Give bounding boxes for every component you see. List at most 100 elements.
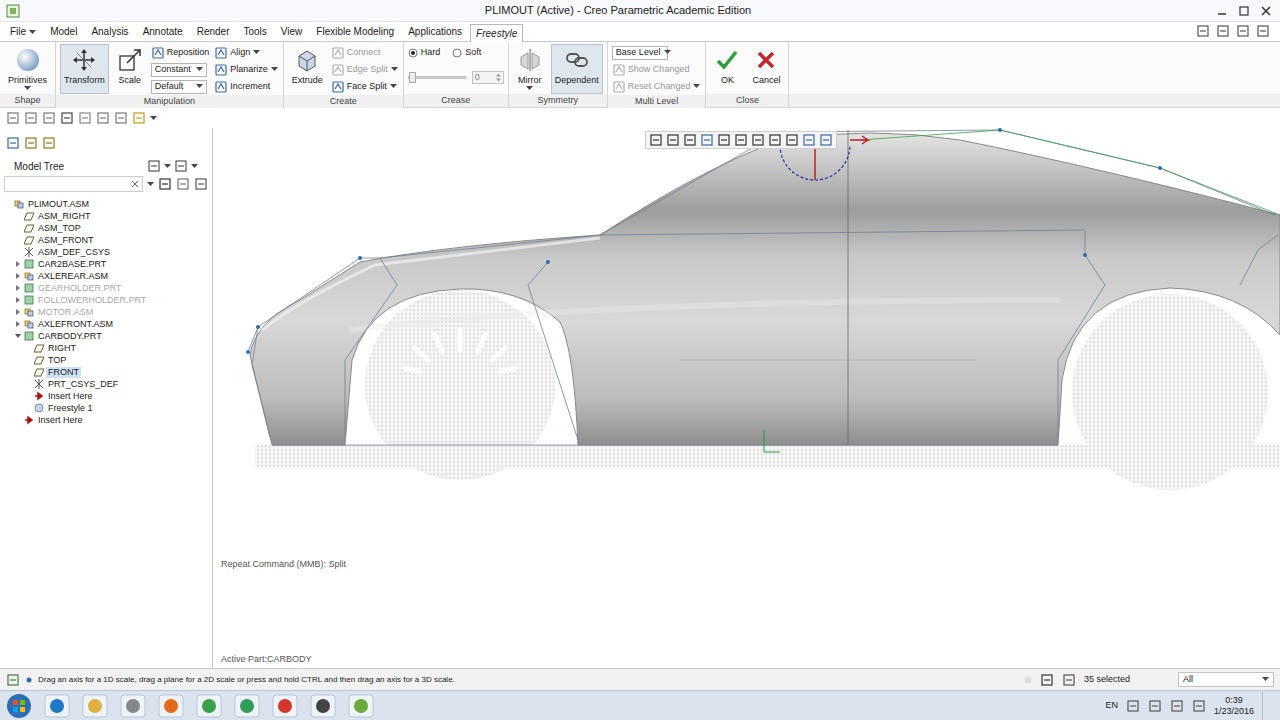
crease-value-field[interactable]: 0: [472, 71, 504, 84]
car-body-model[interactable]: [213, 128, 1280, 668]
tree-item[interactable]: ASM_FRONT: [0, 234, 212, 246]
selection-icon[interactable]: [1062, 673, 1076, 687]
ribbon-small-button[interactable]: Connect: [331, 44, 399, 61]
open-icon[interactable]: [24, 111, 38, 125]
ribbon-small-button[interactable]: Planarize: [214, 61, 279, 78]
clock[interactable]: 0:391/23/2016: [1214, 695, 1254, 717]
tree-item[interactable]: RIGHT: [0, 342, 212, 354]
volume-icon[interactable]: [1192, 699, 1206, 713]
view-manager-icon[interactable]: [751, 133, 765, 147]
taskbar-app-icon[interactable]: [272, 694, 298, 718]
taskbar-app-icon[interactable]: [196, 694, 222, 718]
undo-icon[interactable]: [60, 111, 74, 125]
tree-settings-icon[interactable]: [147, 159, 161, 173]
tray-expand-icon[interactable]: [1126, 699, 1140, 713]
tree-item[interactable]: GEARHOLDER.PRT: [0, 282, 212, 294]
ribbon-large-button[interactable]: Scale: [113, 44, 147, 94]
menu-tab[interactable]: Freestyle: [470, 24, 523, 42]
taskbar-app-icon[interactable]: [310, 694, 336, 718]
ribbon-large-button[interactable]: Mirror: [513, 44, 547, 94]
tree-item[interactable]: ASM_TOP: [0, 222, 212, 234]
tree-item[interactable]: PRT_CSYS_DEF: [0, 378, 212, 390]
expand-arrow-icon[interactable]: [15, 261, 21, 267]
folder-browser-tab-icon[interactable]: [24, 136, 38, 150]
save-icon[interactable]: [42, 111, 56, 125]
ribbon-large-button[interactable]: OK: [710, 44, 744, 94]
tree-item[interactable]: MOTOR.ASM: [0, 306, 212, 318]
tree-item[interactable]: AXLEFRONT.ASM: [0, 318, 212, 330]
ribbon-small-button[interactable]: Edge Split: [331, 61, 399, 78]
ribbon-small-button[interactable]: Show Changed: [612, 61, 702, 78]
language-indicator[interactable]: EN: [1105, 699, 1118, 713]
taskbar-app-icon[interactable]: [158, 694, 184, 718]
ribbon-large-button[interactable]: Extrude: [288, 44, 327, 94]
regenerate-icon[interactable]: [96, 111, 110, 125]
tree-item[interactable]: TOP: [0, 354, 212, 366]
menu-tab[interactable]: Model: [44, 23, 83, 41]
ribbon-dropdown[interactable]: Base Level: [612, 46, 668, 60]
favorites-tab-icon[interactable]: [42, 136, 56, 150]
taskbar-app-icon[interactable]: [348, 694, 374, 718]
tree-item[interactable]: CAR2BASE.PRT: [0, 258, 212, 270]
repaint-icon[interactable]: [700, 133, 714, 147]
taskbar-app-icon[interactable]: [120, 694, 146, 718]
ribbon-small-button[interactable]: Reset Changed: [612, 78, 702, 95]
maximize-icon[interactable]: [1238, 5, 1250, 17]
redo-icon[interactable]: [78, 111, 92, 125]
navigator-toggle-icon[interactable]: [6, 673, 20, 687]
app-icon[interactable]: [6, 4, 20, 18]
clear-search-icon[interactable]: [131, 180, 139, 188]
menu-tab[interactable]: View: [275, 23, 309, 41]
folder-icon[interactable]: [132, 111, 146, 125]
find-status-icon[interactable]: [1040, 673, 1054, 687]
collapse-arrow-icon[interactable]: [15, 333, 21, 339]
taskbar-app-icon[interactable]: [234, 694, 260, 718]
tree-item[interactable]: FOLLOWERHOLDER.PRT: [0, 294, 212, 306]
menu-tab[interactable]: Analysis: [85, 23, 134, 41]
tree-item[interactable]: AXLEREAR.ASM: [0, 270, 212, 282]
ribbon-small-button[interactable]: Increment: [214, 78, 279, 95]
minimize-icon[interactable]: [1216, 5, 1228, 17]
graphics-area[interactable]: Repeat Command (MMB): SplitActive Part:C…: [213, 128, 1280, 668]
tree-item[interactable]: CARBODY.PRT: [0, 330, 212, 342]
taskbar-app-icon[interactable]: [82, 694, 108, 718]
crease-radio[interactable]: Soft: [452, 47, 481, 58]
annotation-display-icon[interactable]: [785, 133, 799, 147]
expand-arrow-icon[interactable]: [15, 273, 21, 279]
crease-radio[interactable]: Hard: [408, 47, 441, 58]
flag-icon[interactable]: [1148, 699, 1162, 713]
saved-views-icon[interactable]: [734, 133, 748, 147]
filter-icon[interactable]: [176, 177, 190, 191]
tree-item[interactable]: ASM_DEF_CSYS: [0, 246, 212, 258]
windows-icon[interactable]: [114, 111, 128, 125]
tree-item[interactable]: FRONT: [0, 366, 212, 378]
start-button-icon[interactable]: [6, 693, 32, 719]
ribbon-large-button[interactable]: Dependent: [551, 44, 603, 94]
menu-tab[interactable]: Tools: [237, 23, 272, 41]
datum-display-icon[interactable]: [768, 133, 782, 147]
close-icon[interactable]: [1260, 5, 1272, 17]
ribbon-dropdown[interactable]: Constant: [151, 63, 207, 77]
minimize-ribbon-icon[interactable]: [1196, 24, 1210, 38]
ribbon-small-button[interactable]: Align: [214, 44, 279, 61]
menu-tab[interactable]: Render: [191, 23, 236, 41]
expand-arrow-icon[interactable]: [15, 285, 21, 291]
settings-icon[interactable]: [1256, 24, 1270, 38]
menu-tab[interactable]: File: [4, 23, 42, 41]
ribbon-small-button[interactable]: Face Split: [331, 78, 399, 95]
expand-arrow-icon[interactable]: [15, 297, 21, 303]
crease-slider[interactable]: [408, 76, 466, 79]
menu-tab[interactable]: Applications: [402, 23, 468, 41]
zoom-out-icon[interactable]: [683, 133, 697, 147]
tree-item[interactable]: Insert Here: [0, 390, 212, 402]
menu-tab[interactable]: Flexible Modeling: [310, 23, 400, 41]
tree-search-field[interactable]: [4, 176, 143, 192]
new-icon[interactable]: [6, 111, 20, 125]
model-tree-tab-icon[interactable]: [6, 136, 20, 150]
ribbon-large-button[interactable]: Cancel: [748, 44, 784, 94]
show-desktop-button[interactable]: [1262, 692, 1272, 720]
tree-item[interactable]: PLIMOUT.ASM: [0, 198, 212, 210]
taskbar-app-icon[interactable]: [44, 694, 70, 718]
network-icon[interactable]: [1170, 699, 1184, 713]
find-icon[interactable]: [158, 177, 172, 191]
